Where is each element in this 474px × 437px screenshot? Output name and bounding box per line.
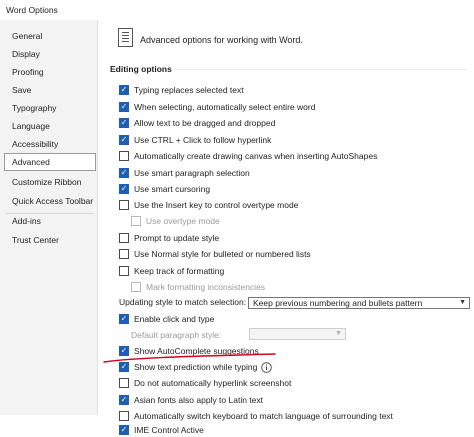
checkbox-checked[interactable]: ✓	[119, 425, 129, 435]
sidebar: General Display Proofing Save Typography…	[0, 20, 98, 415]
sidebar-item-general[interactable]: General	[4, 27, 96, 45]
window-title: Word Options	[6, 5, 58, 15]
main-panel: Advanced options for working with Word. …	[98, 20, 474, 435]
sidebar-item-add-ins[interactable]: Add-ins	[4, 212, 96, 230]
option-ime-control[interactable]: ✓ IME Control Active	[119, 423, 204, 437]
sidebar-item-quick-access-toolbar[interactable]: Quick Access Toolbar	[4, 192, 96, 210]
sidebar-item-proofing[interactable]: Proofing	[4, 63, 96, 81]
option-label: IME Control Active	[134, 425, 204, 435]
sidebar-item-trust-center[interactable]: Trust Center	[4, 231, 96, 249]
sidebar-item-advanced[interactable]: Advanced	[4, 153, 96, 171]
title-bar: Word Options	[0, 0, 474, 20]
sidebar-item-customize-ribbon[interactable]: Customize Ribbon	[4, 173, 96, 191]
sidebar-item-language[interactable]: Language	[4, 117, 96, 135]
sidebar-item-typography[interactable]: Typography	[4, 99, 96, 117]
sidebar-item-save[interactable]: Save	[4, 81, 96, 99]
sidebar-item-accessibility[interactable]: Accessibility	[4, 135, 96, 153]
annotation-underline	[103, 353, 276, 363]
sidebar-item-display[interactable]: Display	[4, 45, 96, 63]
